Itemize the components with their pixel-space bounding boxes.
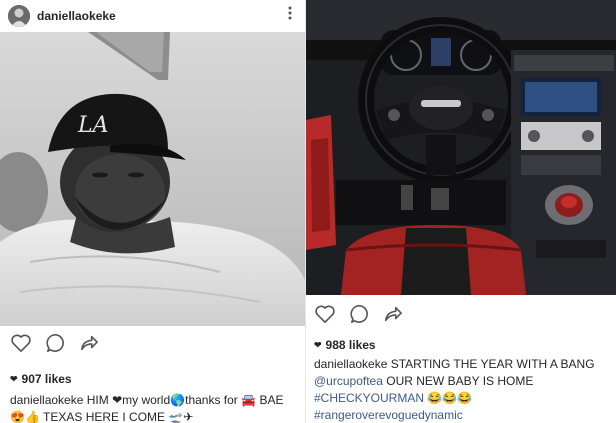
post-actions: [10, 333, 98, 353]
avatar[interactable]: [8, 5, 30, 27]
svg-text:LA: LA: [77, 113, 109, 138]
likes-count[interactable]: ❤ 988 likes: [314, 338, 376, 352]
comment-icon[interactable]: [350, 304, 370, 324]
share-icon[interactable]: [384, 305, 402, 323]
post-header: daniellaokeke: [0, 0, 306, 32]
right-post: ❤ 988 likes daniellaokeke STARTING THE Y…: [306, 0, 616, 423]
laughing-emoji-icon: 😂😂😂: [427, 391, 473, 405]
globe-emoji-icon: 🌎: [170, 393, 186, 407]
heart-emoji-icon: ❤: [112, 393, 123, 407]
caption-username[interactable]: daniellaokeke: [10, 393, 83, 407]
hashtag-link[interactable]: #rangeroverevoguedynamic: [314, 408, 463, 422]
heart-small-icon: ❤: [10, 373, 18, 384]
comment-icon[interactable]: [46, 333, 66, 353]
post-photo[interactable]: [306, 0, 616, 295]
username[interactable]: daniellaokeke: [37, 9, 116, 23]
plane-emoji-icon: 🛫✈: [168, 410, 194, 423]
heart-icon[interactable]: [10, 333, 32, 353]
faces-emoji-icon: 😍👍: [10, 410, 40, 423]
likes-count[interactable]: ❤ 907 likes: [10, 372, 72, 386]
heart-small-icon: ❤: [314, 339, 322, 350]
post-caption: daniellaokeke HIM ❤my world🌎thanks for 🚘…: [10, 393, 284, 423]
hashtag-link[interactable]: #CHECKYOURMAN: [314, 391, 424, 405]
heart-icon[interactable]: [314, 304, 336, 324]
car-emoji-icon: 🚘: [241, 393, 257, 407]
more-vertical-icon[interactable]: [288, 6, 292, 22]
post-actions: [314, 304, 402, 324]
post-caption: daniellaokeke STARTING THE YEAR WITH A B…: [314, 357, 595, 422]
left-post: daniellaokeke LA ❤ 907 likes daniellaoke…: [0, 0, 306, 423]
mention-link[interactable]: @urcupoftea: [314, 374, 383, 388]
share-icon[interactable]: [80, 334, 98, 352]
caption-username[interactable]: daniellaokeke: [314, 357, 387, 371]
post-photo[interactable]: LA: [0, 32, 306, 326]
